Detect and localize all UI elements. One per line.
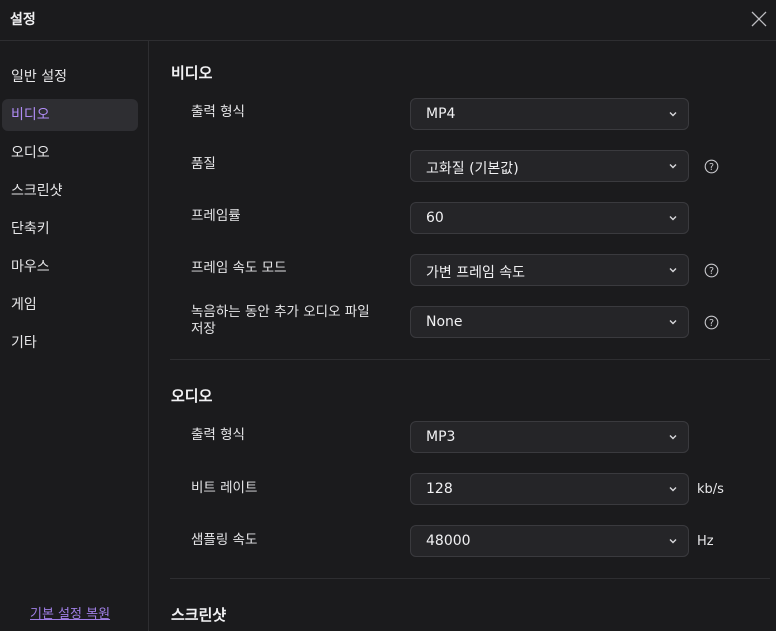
audio-sample-rate-select[interactable]: 48000 bbox=[410, 525, 689, 557]
window-title: 설정 bbox=[10, 12, 36, 28]
svg-text:?: ? bbox=[709, 266, 714, 277]
chevron-down-icon bbox=[669, 487, 677, 492]
sidebar-item-game[interactable]: 게임 bbox=[2, 289, 138, 321]
section-divider bbox=[170, 578, 770, 579]
help-icon[interactable]: ? bbox=[704, 263, 719, 278]
select-value: 고화질 (기본값) bbox=[426, 161, 519, 177]
video-frame-rate-label: 프레임률 bbox=[191, 208, 241, 224]
sidebar-item-mouse[interactable]: 마우스 bbox=[2, 251, 138, 283]
select-value: 48000 bbox=[426, 533, 471, 549]
settings-content: 비디오 출력 형식 MP4 품질 고화질 (기본값) ? 프레임률 60 프레임… bbox=[150, 41, 776, 631]
video-quality-label: 품질 bbox=[191, 156, 216, 172]
chevron-down-icon bbox=[669, 539, 677, 544]
close-button[interactable] bbox=[744, 4, 774, 34]
chevron-down-icon bbox=[669, 435, 677, 440]
sample-rate-unit: Hz bbox=[697, 534, 714, 549]
sidebar-item-video[interactable]: 비디오 bbox=[2, 99, 138, 131]
section-divider bbox=[170, 359, 770, 360]
chevron-down-icon bbox=[669, 268, 677, 273]
select-value: 128 bbox=[426, 481, 453, 497]
audio-bitrate-select[interactable]: 128 bbox=[410, 473, 689, 505]
audio-bitrate-label: 비트 레이트 bbox=[191, 480, 258, 496]
reset-defaults-link[interactable]: 기본 설정 복원 bbox=[30, 603, 110, 622]
extra-audio-label: 녹음하는 동안 추가 오디오 파일 저장 bbox=[191, 304, 370, 338]
sidebar: 일반 설정 비디오 오디오 스크린샷 단축키 마우스 게임 기타 기본 설정 복… bbox=[0, 41, 149, 631]
bitrate-unit: kb/s bbox=[697, 482, 724, 497]
chevron-down-icon bbox=[669, 216, 677, 221]
audio-sample-rate-label: 샘플링 속도 bbox=[191, 532, 258, 548]
sidebar-item-hotkeys[interactable]: 단축키 bbox=[2, 213, 138, 245]
select-value: 60 bbox=[426, 210, 444, 226]
audio-output-format-select[interactable]: MP3 bbox=[410, 421, 689, 453]
extra-audio-select[interactable]: None bbox=[410, 306, 689, 338]
sidebar-item-audio[interactable]: 오디오 bbox=[2, 137, 138, 169]
section-title-screenshot: 스크린샷 bbox=[171, 606, 227, 624]
video-frame-rate-mode-select[interactable]: 가변 프레임 속도 bbox=[410, 254, 689, 286]
select-value: None bbox=[426, 314, 463, 330]
help-icon[interactable]: ? bbox=[704, 315, 719, 330]
svg-text:?: ? bbox=[709, 318, 714, 329]
section-title-video: 비디오 bbox=[171, 64, 213, 82]
video-output-format-select[interactable]: MP4 bbox=[410, 98, 689, 130]
sidebar-item-general[interactable]: 일반 설정 bbox=[2, 61, 138, 93]
chevron-down-icon bbox=[669, 164, 677, 169]
help-icon[interactable]: ? bbox=[704, 159, 719, 174]
video-output-format-label: 출력 형식 bbox=[191, 104, 245, 120]
title-bar: 설정 bbox=[0, 0, 776, 41]
select-value: MP4 bbox=[426, 106, 456, 122]
svg-text:?: ? bbox=[709, 162, 714, 173]
sidebar-item-other[interactable]: 기타 bbox=[2, 327, 138, 359]
select-value: MP3 bbox=[426, 429, 456, 445]
chevron-down-icon bbox=[669, 320, 677, 325]
chevron-down-icon bbox=[669, 112, 677, 117]
sidebar-item-screenshot[interactable]: 스크린샷 bbox=[2, 175, 138, 207]
select-value: 가변 프레임 속도 bbox=[426, 265, 526, 281]
extra-audio-label-line2: 저장 bbox=[191, 321, 216, 337]
section-title-audio: 오디오 bbox=[171, 387, 213, 405]
video-frame-rate-select[interactable]: 60 bbox=[410, 202, 689, 234]
video-frame-rate-mode-label: 프레임 속도 모드 bbox=[191, 260, 287, 276]
audio-output-format-label: 출력 형식 bbox=[191, 427, 245, 443]
video-quality-select[interactable]: 고화질 (기본값) bbox=[410, 150, 689, 182]
close-icon bbox=[751, 11, 767, 27]
extra-audio-label-line1: 녹음하는 동안 추가 오디오 파일 bbox=[191, 304, 370, 320]
